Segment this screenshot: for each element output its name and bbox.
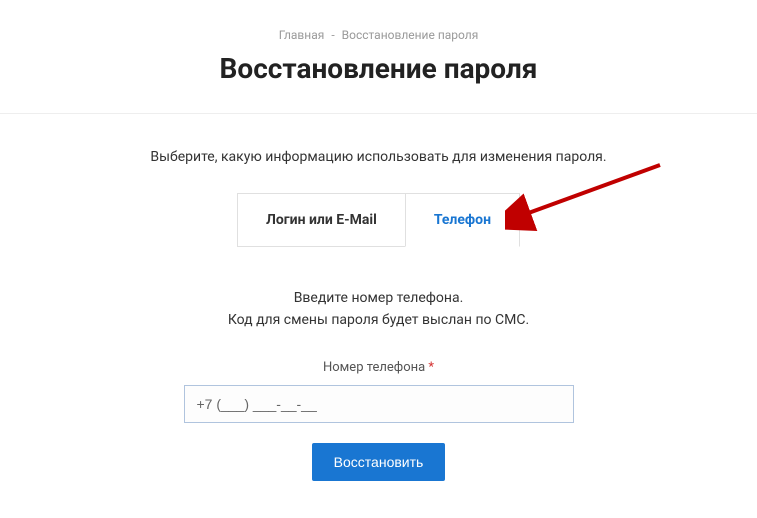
field-label-text: Номер телефона bbox=[323, 360, 425, 375]
tab-login-email[interactable]: Логин или E-Mail bbox=[237, 193, 405, 247]
tab-phone[interactable]: Телефон bbox=[405, 193, 520, 247]
breadcrumb-current: Восстановление пароля bbox=[342, 28, 479, 42]
tabs-container: Логин или E-Mail Телефон bbox=[0, 193, 757, 247]
restore-button[interactable]: Восстановить bbox=[312, 443, 446, 481]
divider bbox=[0, 113, 757, 114]
panel-line1: Введите номер телефона. bbox=[0, 287, 757, 309]
page-title: Восстановление пароля bbox=[0, 52, 757, 85]
phone-input-wrap bbox=[0, 385, 757, 423]
required-mark: * bbox=[428, 360, 434, 375]
panel-line2: Код для смены пароля будет выслан по СМС… bbox=[0, 309, 757, 331]
breadcrumb: Главная - Восстановление пароля bbox=[0, 0, 757, 42]
breadcrumb-home-link[interactable]: Главная bbox=[279, 28, 325, 42]
submit-wrap: Восстановить bbox=[0, 443, 757, 481]
phone-field-label: Номер телефона * bbox=[0, 360, 757, 375]
tab-panel-phone: Введите номер телефона. Код для смены па… bbox=[0, 287, 757, 481]
phone-input[interactable] bbox=[184, 385, 574, 423]
breadcrumb-separator: - bbox=[331, 28, 334, 42]
instructions-text: Выберите, какую информацию использовать … bbox=[0, 149, 757, 165]
